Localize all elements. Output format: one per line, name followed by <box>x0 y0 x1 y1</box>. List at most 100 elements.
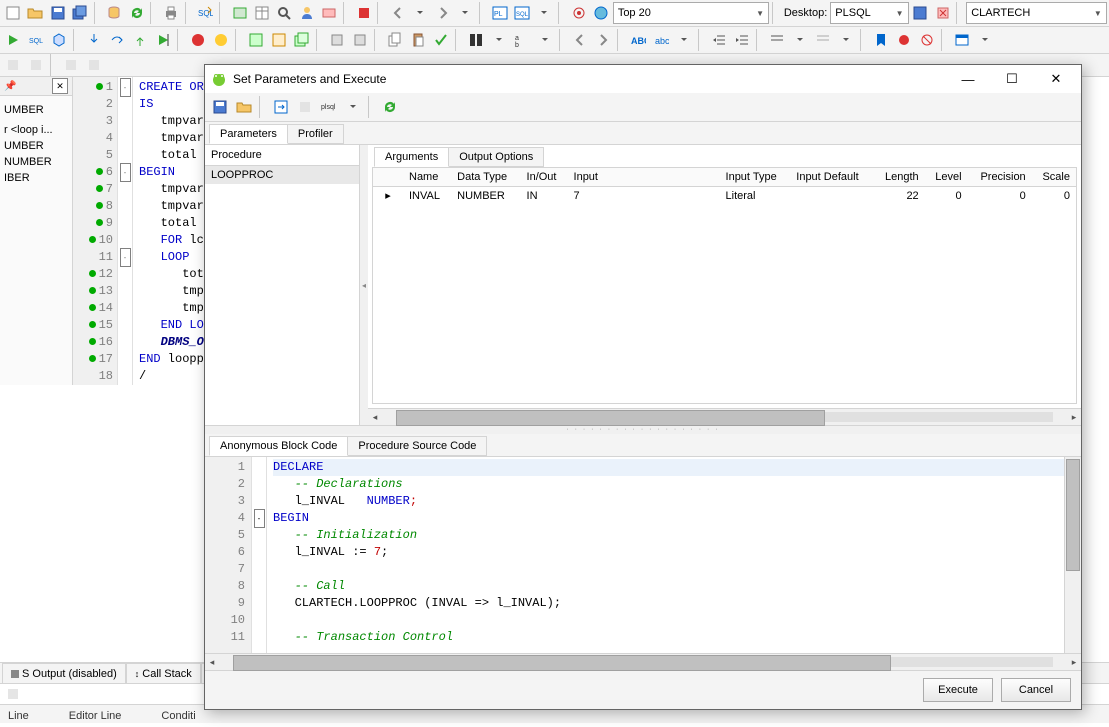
dropdown-icon[interactable] <box>673 29 695 51</box>
close-button[interactable]: ✕ <box>1037 67 1075 91</box>
target-icon[interactable] <box>568 2 589 24</box>
horizontal-scrollbar[interactable]: ◂▸ <box>368 408 1081 425</box>
toolbar-icon[interactable] <box>2 2 23 24</box>
compile-all-icon[interactable] <box>291 29 313 51</box>
find-object-icon[interactable] <box>274 2 295 24</box>
compile-icon[interactable] <box>245 29 267 51</box>
uppercase-icon[interactable]: ABC <box>627 29 649 51</box>
delete-desktop-icon[interactable] <box>932 2 953 24</box>
horizontal-scrollbar[interactable]: ◂▸ <box>205 653 1081 670</box>
run-to-cursor-icon[interactable] <box>152 29 174 51</box>
plsql-icon[interactable]: plsql <box>318 96 340 118</box>
sql-recall-icon[interactable]: SQL <box>511 2 532 24</box>
save-desktop-icon[interactable] <box>910 2 931 24</box>
dropdown-icon[interactable] <box>835 29 857 51</box>
dropdown-icon[interactable] <box>974 29 996 51</box>
dropdown-icon[interactable] <box>410 2 431 24</box>
outline-item[interactable]: IBER <box>0 170 72 186</box>
dropdown-icon[interactable] <box>342 96 364 118</box>
nav-fwd-icon[interactable] <box>592 29 614 51</box>
fold-toggle[interactable]: - <box>120 78 131 97</box>
procedure-list[interactable]: LOOPPROC <box>205 165 359 425</box>
fold-toggle[interactable]: - <box>120 163 131 182</box>
paste-icon[interactable] <box>407 29 429 51</box>
outline-item[interactable]: UMBER <box>0 138 72 154</box>
table-icon[interactable] <box>251 2 272 24</box>
vertical-splitter[interactable]: ◂ <box>360 145 368 425</box>
tab-profiler[interactable]: Profiler <box>287 124 344 144</box>
outline-item[interactable]: UMBER <box>0 102 72 118</box>
back-icon[interactable] <box>387 2 408 24</box>
cancel-button[interactable]: Cancel <box>1001 678 1071 702</box>
top20-combo[interactable]: Top 20▼ <box>613 2 769 24</box>
stop-icon[interactable] <box>353 2 374 24</box>
step-over-icon[interactable] <box>106 29 128 51</box>
indent-icon[interactable] <box>731 29 753 51</box>
arguments-grid[interactable]: Name Data Type In/Out Input Input Type I… <box>373 168 1076 204</box>
bookmark-icon[interactable] <box>870 29 892 51</box>
horizontal-splitter[interactable]: · · · · · · · · · · · · · · · · · · · <box>205 426 1081 434</box>
dropdown-icon[interactable] <box>488 29 510 51</box>
dropdown-icon[interactable] <box>455 2 476 24</box>
load-icon[interactable] <box>326 29 348 51</box>
explain-icon[interactable] <box>48 29 70 51</box>
minimize-button[interactable]: — <box>949 67 987 91</box>
tab-procedure-source[interactable]: Procedure Source Code <box>347 436 487 456</box>
step-into-icon[interactable] <box>83 29 105 51</box>
execute-button[interactable]: Execute <box>923 678 993 702</box>
tab-dbms-output[interactable]: S Output (disabled) <box>2 663 126 683</box>
forward-icon[interactable] <box>432 2 453 24</box>
send-to-editor-icon[interactable] <box>270 96 292 118</box>
outline-item[interactable]: NUMBER <box>0 154 72 170</box>
comment-icon[interactable] <box>766 29 788 51</box>
halt-icon[interactable] <box>187 29 209 51</box>
save-icon[interactable] <box>47 2 68 24</box>
tab-output-options[interactable]: Output Options <box>448 147 544 167</box>
lowercase-icon[interactable]: abc <box>650 29 672 51</box>
dropdown-icon[interactable] <box>534 2 555 24</box>
desktop-combo[interactable]: PLSQL▼ <box>830 2 908 24</box>
compile-debug-icon[interactable] <box>268 29 290 51</box>
session-icon[interactable] <box>319 2 340 24</box>
replace-icon[interactable]: ab <box>511 29 533 51</box>
outline-item[interactable]: r <loop i... <box>0 122 72 138</box>
tab-call-stack[interactable]: ↕Call Stack <box>126 663 201 683</box>
sql-icon[interactable]: SQL <box>25 29 47 51</box>
sql-editor-icon[interactable]: PL <box>489 2 510 24</box>
col-level[interactable]: Level <box>925 168 968 187</box>
nav-back-icon[interactable] <box>569 29 591 51</box>
procedure-item[interactable]: LOOPPROC <box>205 166 359 184</box>
window-icon[interactable] <box>951 29 973 51</box>
globe-icon[interactable] <box>590 2 611 24</box>
refresh-icon[interactable] <box>126 2 147 24</box>
vertical-scrollbar[interactable] <box>1064 457 1081 653</box>
open-icon[interactable] <box>233 96 255 118</box>
print-icon[interactable] <box>160 2 181 24</box>
reload-icon[interactable] <box>349 29 371 51</box>
unindent-icon[interactable] <box>708 29 730 51</box>
trace-icon[interactable] <box>210 29 232 51</box>
tab-anonymous-block[interactable]: Anonymous Block Code <box>209 436 348 456</box>
col-name[interactable]: Name <box>403 168 451 187</box>
breakpoint-icon[interactable] <box>893 29 915 51</box>
col-input-type[interactable]: Input Type <box>720 168 791 187</box>
col-input[interactable]: Input <box>568 168 720 187</box>
fold-toggle[interactable]: - <box>254 509 265 528</box>
col-datatype[interactable]: Data Type <box>451 168 520 187</box>
col-input-default[interactable]: Input Default <box>790 168 873 187</box>
copy-icon[interactable] <box>384 29 406 51</box>
save-icon[interactable] <box>209 96 231 118</box>
user-icon[interactable] <box>296 2 317 24</box>
find-icon[interactable] <box>465 29 487 51</box>
fold-toggle[interactable]: - <box>120 248 131 267</box>
check-syntax-icon[interactable] <box>430 29 452 51</box>
maximize-button[interactable]: ☐ <box>993 67 1031 91</box>
tab-arguments[interactable]: Arguments <box>374 147 449 167</box>
schema-combo[interactable]: CLARTECH▼ <box>966 2 1107 24</box>
step-out-icon[interactable] <box>129 29 151 51</box>
package-icon[interactable] <box>229 2 250 24</box>
open-icon[interactable] <box>24 2 45 24</box>
col-length[interactable]: Length <box>874 168 925 187</box>
dropdown-icon[interactable] <box>789 29 811 51</box>
col-inout[interactable]: In/Out <box>521 168 568 187</box>
